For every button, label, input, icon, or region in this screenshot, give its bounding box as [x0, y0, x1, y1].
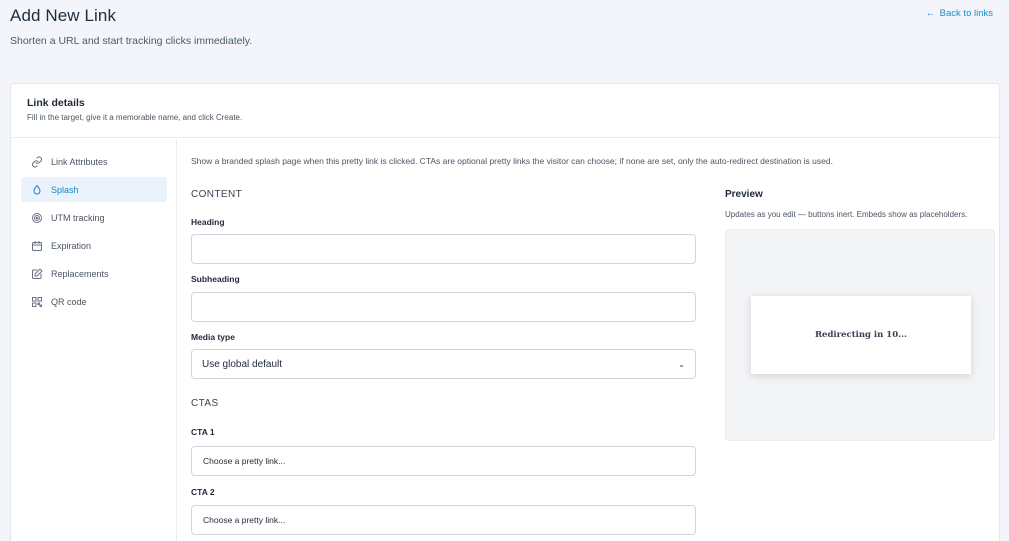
media-type-value: Use global default — [202, 358, 283, 370]
page-subtitle: Shorten a URL and start tracking clicks … — [10, 35, 253, 47]
preview-canvas: Redirecting in 10... — [725, 229, 995, 441]
subheading-label: Subheading — [191, 274, 240, 284]
page-header: Add New Link Shorten a URL and start tra… — [10, 6, 993, 76]
cta1-select[interactable]: Choose a pretty link... — [191, 446, 696, 476]
target-icon — [31, 212, 43, 224]
sidebar-item-qr-code[interactable]: QR code — [21, 289, 167, 314]
sidebar-item-label: QR code — [51, 296, 87, 307]
sidebar-item-label: UTM tracking — [51, 212, 105, 223]
card-title: Link details — [27, 97, 85, 109]
link-icon — [31, 156, 43, 168]
card-header: Link details Fill in the target, give it… — [11, 84, 999, 138]
sidebar-item-label: Splash — [51, 184, 79, 195]
sidebar-item-expiration[interactable]: Expiration — [21, 233, 167, 258]
sidebar-item-utm-tracking[interactable]: UTM tracking — [21, 205, 167, 230]
edit-icon — [31, 268, 43, 280]
cta1-placeholder: Choose a pretty link... — [203, 456, 286, 466]
redirect-countdown-text: Redirecting in 10... — [814, 330, 908, 340]
splash-intro-text: Show a branded splash page when this pre… — [191, 156, 833, 166]
preview-description: Updates as you edit — buttons inert. Emb… — [725, 210, 968, 219]
cta2-placeholder: Choose a pretty link... — [203, 515, 286, 525]
card-description: Fill in the target, give it a memorable … — [27, 113, 243, 122]
sidebar-item-replacements[interactable]: Replacements — [21, 261, 167, 286]
heading-input[interactable] — [191, 234, 696, 264]
sidebar-item-link-attributes[interactable]: Link Attributes — [21, 149, 167, 174]
link-details-card: Link details Fill in the target, give it… — [10, 83, 1000, 541]
arrow-left-icon: ← — [925, 8, 936, 19]
media-type-label: Media type — [191, 332, 235, 342]
settings-sidebar: Link Attributes Splash UTM tracking Expi… — [11, 139, 177, 541]
media-type-select[interactable]: Use global default ⌄ — [191, 349, 696, 379]
content-section-title: CONTENT — [191, 189, 243, 200]
back-link-label: Back to links — [939, 8, 993, 19]
sidebar-item-label: Replacements — [51, 268, 109, 279]
cta2-label: CTA 2 — [191, 487, 215, 497]
subheading-input[interactable] — [191, 292, 696, 322]
cta1-label: CTA 1 — [191, 427, 215, 437]
sidebar-item-label: Expiration — [51, 240, 92, 251]
chevron-down-icon: ⌄ — [678, 359, 685, 369]
cta2-select[interactable]: Choose a pretty link... — [191, 505, 696, 535]
droplet-icon — [31, 184, 43, 196]
sidebar-item-splash[interactable]: Splash — [21, 177, 167, 202]
calendar-icon — [31, 240, 43, 252]
heading-label: Heading — [191, 217, 225, 227]
splash-settings-panel: Show a branded splash page when this pre… — [191, 139, 995, 541]
back-to-links-link[interactable]: ← Back to links — [926, 8, 993, 19]
page-title: Add New Link — [10, 6, 117, 25]
ctas-section-title: CTAS — [191, 398, 219, 409]
preview-title: Preview — [725, 189, 763, 200]
qr-code-icon — [31, 296, 43, 308]
sidebar-item-label: Link Attributes — [51, 156, 108, 167]
redirect-card: Redirecting in 10... — [751, 296, 971, 374]
